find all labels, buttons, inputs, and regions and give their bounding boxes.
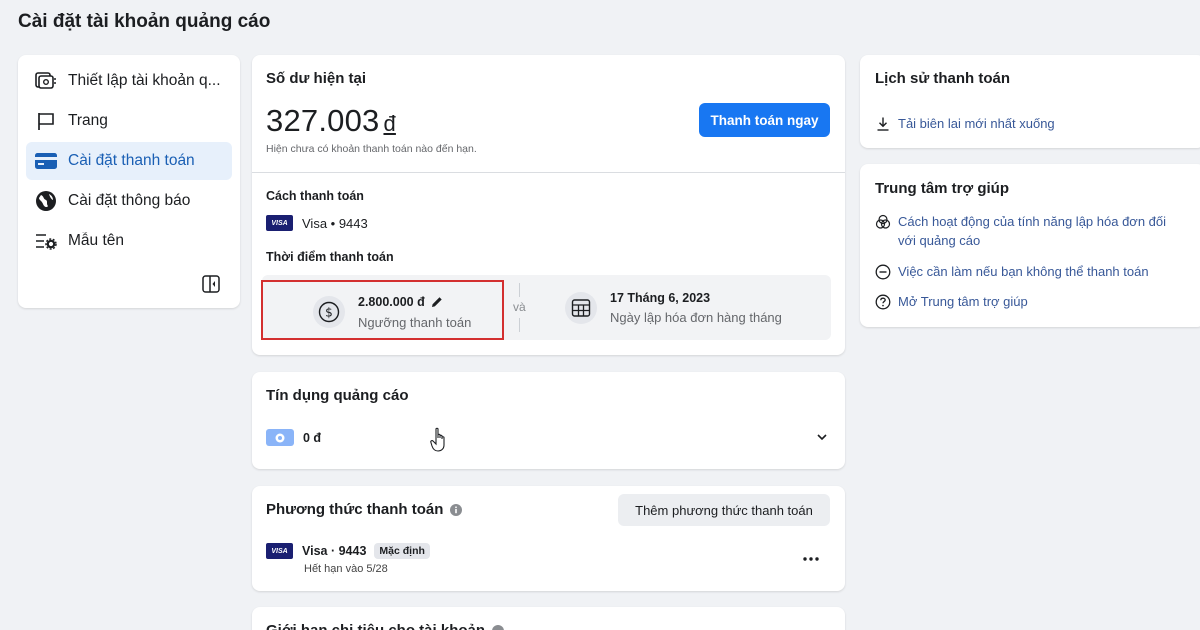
default-badge: Mặc định [374, 543, 430, 559]
help-link-cannot-pay[interactable]: Việc cần làm nếu bạn không thể thanh toá… [875, 262, 1149, 281]
balance-amount: 327.003 đ [266, 103, 396, 139]
spending-limit-title: Giới hạn chi tiêu cho tài khoản [266, 622, 485, 630]
help-link-open-center[interactable]: Mở Trung tâm trợ giúp [875, 292, 1028, 311]
payment-methods-card: Phương thức thanh toán Thêm phương thức … [252, 486, 845, 591]
visa-logo-icon: VISA [266, 543, 293, 559]
spending-limit-header: Giới hạn chi tiêu cho tài khoản [266, 622, 505, 630]
naming-template-icon [34, 229, 58, 253]
payment-history-card: Lịch sử thanh toán Tải biên lai mới nhất… [860, 55, 1200, 148]
sidebar-item-naming-templates[interactable]: Mẫu tên [26, 222, 232, 260]
payment-method-row: VISA Visa · 9443 Mặc định [266, 543, 430, 559]
history-title: Lịch sử thanh toán [875, 70, 1011, 87]
divider [519, 283, 520, 297]
sidebar: Thiết lập tài khoản q... Trang Cài đặt t… [18, 55, 240, 308]
sidebar-item-label: Thiết lập tài khoản q... [68, 72, 221, 89]
ad-credit-amount: 0 đ [303, 430, 322, 445]
balance-note: Hiện chưa có khoản thanh toán nào đến hạ… [266, 143, 477, 155]
payment-method-card: Visa · 9443 [302, 544, 367, 558]
divider [252, 172, 845, 173]
sidebar-item-label: Cài đặt thanh toán [68, 152, 195, 169]
info-icon[interactable] [450, 503, 463, 516]
spending-limit-card: Giới hạn chi tiêu cho tài khoản [252, 607, 845, 630]
pay-now-button[interactable]: Thanh toán ngay [699, 103, 830, 137]
globe-icon [34, 189, 58, 213]
ad-credit-card[interactable]: Tín dụng quảng cáo 0 đ [252, 372, 845, 469]
threshold-highlight-box[interactable]: $ 2.800.000 đ Ngưỡng thanh toán [261, 280, 504, 340]
account-settings-icon [34, 69, 58, 93]
payment-card-label: Visa • 9443 [302, 215, 368, 231]
download-icon [875, 116, 891, 132]
svg-text:$: $ [325, 306, 333, 320]
billing-date-label: Ngày lập hóa đơn hàng tháng [610, 310, 782, 325]
help-title: Trung tâm trợ giúp [875, 180, 1009, 197]
venn-icon [875, 214, 891, 230]
billing-date: 17 Tháng 6, 2023 [610, 291, 711, 305]
balance-title: Số dư hiện tại [266, 70, 367, 87]
threshold-value-row: 2.800.000 đ [358, 295, 443, 309]
dollar-circle-icon: $ [313, 296, 345, 328]
visa-logo-icon: VISA [266, 215, 293, 231]
ad-credit-title: Tín dụng quảng cáo [266, 387, 409, 404]
sidebar-item-label: Trang [68, 112, 108, 129]
credit-card-icon [34, 149, 58, 173]
payment-timing-title: Thời điểm thanh toán [266, 250, 394, 264]
question-circle-icon [875, 294, 891, 310]
threshold-value: 2.800.000 đ [358, 295, 425, 309]
minus-circle-icon [875, 264, 891, 280]
connector-text: và [513, 300, 526, 314]
help-center-card: Trung tâm trợ giúp Cách hoạt động của tí… [860, 164, 1200, 327]
help-link-label: Việc cần làm nếu bạn không thể thanh toá… [898, 264, 1149, 279]
help-link-label: Mở Trung tâm trợ giúp [898, 294, 1028, 309]
more-options-icon[interactable] [803, 626, 819, 630]
balance-currency: đ [383, 111, 396, 136]
payment-methods-title: Phương thức thanh toán [266, 501, 444, 518]
ad-credit-row: 0 đ [266, 429, 321, 446]
help-link-label: Cách hoạt động của tính năng lập hóa đơn… [898, 214, 1167, 248]
sidebar-item-label: Mẫu tên [68, 232, 125, 249]
calendar-table-icon [565, 292, 597, 324]
divider [519, 318, 520, 332]
collapse-sidebar-icon[interactable] [202, 275, 220, 293]
payment-methods-header: Phương thức thanh toán [266, 501, 463, 518]
sidebar-item-pages[interactable]: Trang [26, 102, 232, 140]
payment-card-row: VISA Visa • 9443 [266, 215, 368, 231]
sidebar-item-account-setup[interactable]: Thiết lập tài khoản q... [26, 62, 232, 100]
payment-method-title: Cách thanh toán [266, 189, 364, 203]
download-receipt-label: Tải biên lai mới nhất xuống [898, 116, 1055, 131]
download-receipt-link[interactable]: Tải biên lai mới nhất xuống [875, 114, 1055, 133]
sidebar-item-payment-settings[interactable]: Cài đặt thanh toán [26, 142, 232, 180]
add-payment-method-button[interactable]: Thêm phương thức thanh toán [618, 494, 830, 526]
chevron-down-icon[interactable] [816, 430, 828, 448]
card-expiry: Hết hạn vào 5/28 [304, 563, 388, 575]
more-options-icon[interactable] [803, 545, 819, 566]
sidebar-item-notifications[interactable]: Cài đặt thông báo [26, 182, 232, 220]
hand-cursor-icon [430, 427, 450, 458]
balance-card: Số dư hiện tại 327.003 đ Thanh toán ngay … [252, 55, 845, 355]
flag-icon [34, 109, 58, 133]
threshold-label: Ngưỡng thanh toán [358, 315, 472, 330]
edit-pencil-icon[interactable] [431, 296, 443, 308]
info-icon[interactable] [492, 624, 505, 630]
sidebar-item-label: Cài đặt thông báo [68, 192, 191, 209]
balance-value: 327.003 [266, 103, 380, 138]
credit-coupon-icon [266, 429, 294, 446]
help-link-billing[interactable]: Cách hoạt động của tính năng lập hóa đơn… [875, 212, 1185, 250]
page-title: Cài đặt tài khoản quảng cáo [18, 11, 271, 32]
